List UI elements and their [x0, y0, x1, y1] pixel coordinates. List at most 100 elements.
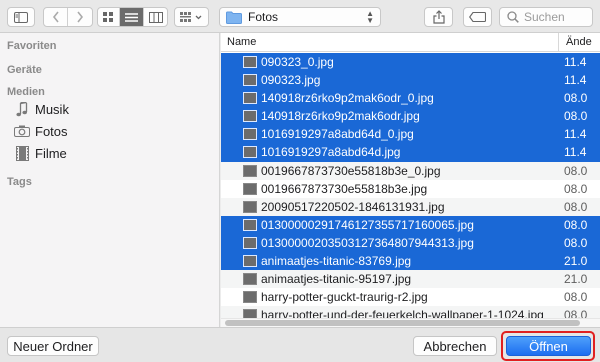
sidebar: Favoriten Geräte Medien Musik Fotos Film… [0, 33, 220, 327]
chevron-right-icon [77, 11, 84, 23]
file-date: 11.4 [564, 73, 587, 88]
grid-icon [103, 11, 113, 22]
column-header-name[interactable]: Name [227, 36, 256, 48]
search-field[interactable] [499, 7, 593, 27]
image-thumbnail-icon [243, 200, 257, 213]
forward-button[interactable] [68, 8, 92, 26]
sidebar-toggle-button[interactable] [7, 7, 35, 27]
file-date: 08.0 [564, 163, 588, 178]
folder-icon [226, 11, 242, 24]
file-row[interactable]: 20090517220502-1846131931.jpg 08.0 [221, 197, 600, 216]
search-icon [507, 11, 519, 23]
image-thumbnail-icon [243, 236, 257, 249]
file-name: 20090517220502-1846131931.jpg [261, 199, 445, 214]
chevron-left-icon [52, 11, 59, 23]
file-date: 08.0 [564, 217, 588, 232]
file-row[interactable]: 1016919297a8abd64d.jpg 11.4 [221, 143, 600, 162]
file-date: 21.0 [564, 254, 588, 269]
file-date: 21.0 [564, 272, 588, 287]
horizontal-scrollbar[interactable] [221, 318, 600, 327]
file-date: 08.0 [564, 235, 588, 250]
column-view-button[interactable] [144, 8, 167, 26]
file-row[interactable]: 0019667873730e55818b3e.jpg 08.0 [221, 179, 600, 198]
tag-button[interactable] [463, 7, 492, 27]
image-thumbnail-icon [243, 56, 257, 68]
image-thumbnail-icon [243, 291, 257, 304]
image-thumbnail-icon [243, 146, 257, 159]
view-mode-switcher [97, 7, 168, 27]
file-date: 08.0 [564, 91, 588, 106]
sidebar-item-label: Musik [35, 101, 69, 117]
image-thumbnail-icon [243, 92, 257, 105]
search-input[interactable] [524, 10, 584, 24]
file-date: 11.4 [564, 145, 587, 160]
list-header: Name Ände [221, 33, 600, 52]
image-thumbnail-icon [243, 255, 257, 268]
image-thumbnail-icon [243, 74, 257, 87]
updown-chevron-icon: ▲ ▼ [366, 9, 374, 25]
image-thumbnail-icon [243, 164, 257, 177]
file-row[interactable]: 1016919297a8abd64d_0.jpg 11.4 [221, 125, 600, 144]
footer: Neuer Ordner Abbrechen Öffnen [0, 327, 600, 362]
file-name: 0019667873730e55818b3e.jpg [261, 181, 428, 196]
column-header-date[interactable]: Ände [558, 33, 600, 52]
list-view-button[interactable] [120, 8, 144, 26]
file-row[interactable]: 01300000203503127364807944313.jpg 08.0 [221, 233, 600, 253]
file-row[interactable]: 140918rz6rko9p2mak6odr.jpg 08.0 [221, 107, 600, 126]
image-thumbnail-icon [243, 110, 257, 123]
file-name: 090323_0.jpg [261, 55, 334, 69]
arrange-button[interactable] [174, 7, 209, 27]
file-row[interactable]: harry-potter-guckt-traurig-r2.jpg 08.0 [221, 288, 600, 307]
back-button[interactable] [44, 8, 68, 26]
file-row[interactable]: 140918rz6rko9p2mak6odr_0.jpg 08.0 [221, 89, 600, 108]
sidebar-item-musik[interactable]: Musik [14, 99, 69, 119]
sidebar-item-filme[interactable]: Filme [14, 143, 67, 163]
file-date: 08.0 [564, 109, 588, 124]
file-date: 08.0 [564, 181, 588, 196]
devices-heading: Geräte [7, 64, 42, 76]
list-icon [125, 12, 138, 22]
cancel-button[interactable]: Abbrechen [413, 336, 497, 356]
sidebar-item-fotos[interactable]: Fotos [14, 121, 68, 141]
music-note-icon [14, 101, 30, 117]
camera-icon [14, 123, 30, 139]
file-row[interactable]: 090323_0.jpg 11.4 [221, 53, 600, 72]
file-name: 01300000291746127355717160065.jpg [261, 217, 474, 232]
file-date: 08.0 [564, 199, 588, 214]
arrange-icon [179, 11, 201, 22]
favorites-heading: Favoriten [7, 40, 57, 52]
file-name: 140918rz6rko9p2mak6odr_0.jpg [261, 91, 434, 106]
file-row[interactable]: 0019667873730e55818b3e_0.jpg 08.0 [221, 161, 600, 180]
file-list: Name Ände 090323_0.jpg 11.4 090323.jpg 11.4… [221, 33, 600, 327]
file-name: 0019667873730e55818b3e_0.jpg [261, 163, 441, 178]
scrollbar-knob[interactable] [225, 320, 580, 326]
file-name: harry-potter-guckt-traurig-r2.jpg [261, 290, 428, 305]
file-date: 11.4 [564, 55, 587, 69]
file-date: 11.4 [564, 127, 587, 142]
share-icon [432, 10, 445, 24]
image-thumbnail-icon [243, 218, 257, 231]
columns-icon [148, 11, 163, 23]
file-row[interactable]: animaatjes-titanic-83769.jpg 21.0 [221, 252, 600, 271]
film-icon [14, 145, 30, 161]
share-button[interactable] [424, 7, 453, 27]
file-rows: 090323_0.jpg 11.4 090323.jpg 11.4 140918rz6r… [221, 53, 600, 327]
file-name: 090323.jpg [261, 73, 321, 88]
file-row[interactable]: 01300000291746127355717160065.jpg 08.0 [221, 215, 600, 234]
location-popup[interactable]: Fotos ▲ ▼ [219, 7, 381, 27]
media-heading: Medien [7, 86, 45, 98]
sidebar-icon [14, 11, 28, 23]
new-folder-button[interactable]: Neuer Ordner [7, 336, 99, 356]
toolbar: Fotos ▲ ▼ [0, 0, 600, 33]
open-button[interactable]: Öffnen [506, 336, 591, 356]
tags-heading: Tags [7, 176, 32, 188]
image-thumbnail-icon [243, 128, 257, 141]
file-name: animaatjes-titanic-95197.jpg [261, 272, 412, 287]
file-row[interactable]: animaatjes-titanic-95197.jpg 21.0 [221, 270, 600, 289]
image-thumbnail-icon [243, 182, 257, 195]
sidebar-item-label: Filme [35, 145, 67, 161]
icon-view-button[interactable] [98, 8, 120, 26]
tag-icon [469, 12, 486, 22]
file-row[interactable]: 090323.jpg 11.4 [221, 71, 600, 90]
file-name: 01300000203503127364807944313.jpg [261, 235, 474, 250]
